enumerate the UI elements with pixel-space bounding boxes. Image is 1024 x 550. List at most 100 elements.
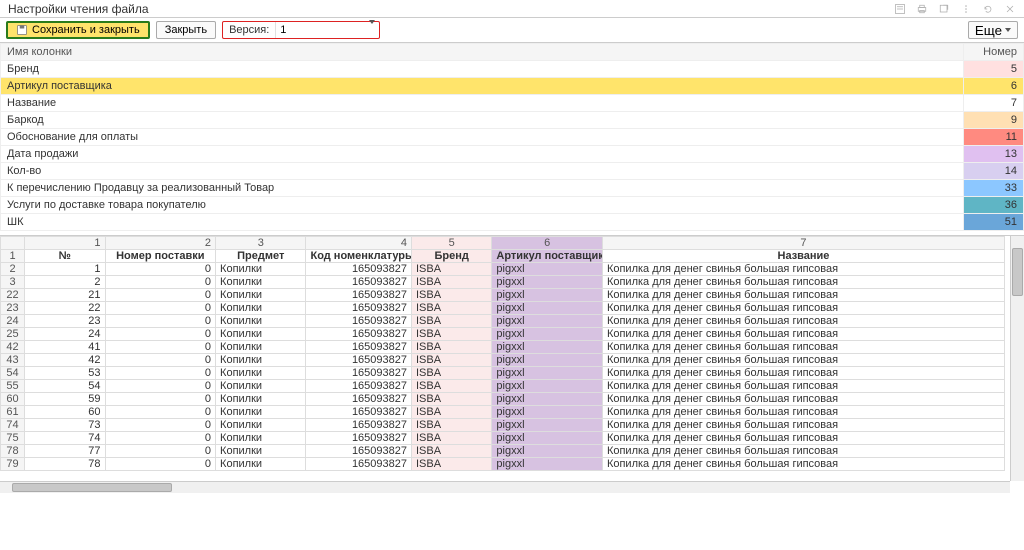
- config-row-number[interactable]: 5: [964, 61, 1024, 78]
- row-index[interactable]: 54: [1, 367, 25, 380]
- scroll-thumb[interactable]: [1012, 248, 1023, 296]
- cell-article[interactable]: pigxxl: [492, 354, 603, 367]
- config-row-number[interactable]: 51: [964, 214, 1024, 231]
- config-row[interactable]: Баркод9: [1, 112, 1024, 129]
- col-index[interactable]: 6: [492, 237, 603, 250]
- row-index[interactable]: 3: [1, 276, 25, 289]
- cell-code[interactable]: 165093827: [306, 367, 412, 380]
- cell-brand[interactable]: ISBA: [412, 380, 492, 393]
- cell-brand[interactable]: ISBA: [412, 315, 492, 328]
- row-index[interactable]: 22: [1, 289, 25, 302]
- cell-brand[interactable]: ISBA: [412, 367, 492, 380]
- col-index[interactable]: 2: [105, 237, 216, 250]
- cell-code[interactable]: 165093827: [306, 458, 412, 471]
- col-name-header[interactable]: Имя колонки: [1, 44, 964, 61]
- cell-code[interactable]: 165093827: [306, 419, 412, 432]
- config-row[interactable]: Бренд5: [1, 61, 1024, 78]
- config-row[interactable]: Название7: [1, 95, 1024, 112]
- cell-article[interactable]: pigxxl: [492, 393, 603, 406]
- cell-post[interactable]: 0: [105, 289, 216, 302]
- table-row[interactable]: 43420Копилки165093827ISBApigxxlКопилка д…: [1, 354, 1005, 367]
- cell-subject[interactable]: Копилки: [216, 263, 306, 276]
- cell-no[interactable]: 42: [25, 354, 105, 367]
- cell-brand[interactable]: ISBA: [412, 393, 492, 406]
- header-name[interactable]: Название: [602, 250, 1004, 263]
- cell-subject[interactable]: Копилки: [216, 328, 306, 341]
- config-row-name[interactable]: Артикул поставщика: [1, 78, 964, 95]
- cell-subject[interactable]: Копилки: [216, 458, 306, 471]
- config-row-name[interactable]: Бренд: [1, 61, 964, 78]
- cell-no[interactable]: 78: [25, 458, 105, 471]
- table-row[interactable]: 60590Копилки165093827ISBApigxxlКопилка д…: [1, 393, 1005, 406]
- cell-subject[interactable]: Копилки: [216, 302, 306, 315]
- cell-article[interactable]: pigxxl: [492, 328, 603, 341]
- cell-brand[interactable]: ISBA: [412, 445, 492, 458]
- config-row-name[interactable]: Название: [1, 95, 964, 112]
- config-row-number[interactable]: 11: [964, 129, 1024, 146]
- cell-article[interactable]: pigxxl: [492, 406, 603, 419]
- report-icon[interactable]: [894, 3, 906, 15]
- cell-post[interactable]: 0: [105, 380, 216, 393]
- row-index[interactable]: 78: [1, 445, 25, 458]
- cell-code[interactable]: 165093827: [306, 380, 412, 393]
- row-index[interactable]: 42: [1, 341, 25, 354]
- config-row-number[interactable]: 9: [964, 112, 1024, 129]
- cell-no[interactable]: 53: [25, 367, 105, 380]
- horizontal-scrollbar[interactable]: [0, 481, 1010, 493]
- cell-post[interactable]: 0: [105, 341, 216, 354]
- cell-subject[interactable]: Копилки: [216, 445, 306, 458]
- row-index[interactable]: 2: [1, 263, 25, 276]
- config-row-number[interactable]: 13: [964, 146, 1024, 163]
- config-row-name[interactable]: Баркод: [1, 112, 964, 129]
- col-index[interactable]: 1: [25, 237, 105, 250]
- cell-subject[interactable]: Копилки: [216, 354, 306, 367]
- cell-name[interactable]: Копилка для денег свинья большая гипсова…: [602, 380, 1004, 393]
- close-button[interactable]: Закрыть: [156, 21, 216, 39]
- cell-subject[interactable]: Копилки: [216, 432, 306, 445]
- cell-brand[interactable]: ISBA: [412, 406, 492, 419]
- row-index[interactable]: 24: [1, 315, 25, 328]
- chevron-down-icon[interactable]: [365, 24, 379, 36]
- cell-brand[interactable]: ISBA: [412, 354, 492, 367]
- cell-post[interactable]: 0: [105, 315, 216, 328]
- open-new-icon[interactable]: [938, 3, 950, 15]
- cell-post[interactable]: 0: [105, 432, 216, 445]
- cell-no[interactable]: 1: [25, 263, 105, 276]
- cell-no[interactable]: 59: [25, 393, 105, 406]
- table-row[interactable]: 55540Копилки165093827ISBApigxxlКопилка д…: [1, 380, 1005, 393]
- cell-name[interactable]: Копилка для денег свинья большая гипсова…: [602, 393, 1004, 406]
- table-row[interactable]: 320Копилки165093827ISBApigxxlКопилка для…: [1, 276, 1005, 289]
- cell-name[interactable]: Копилка для денег свинья большая гипсова…: [602, 302, 1004, 315]
- cell-name[interactable]: Копилка для денег свинья большая гипсова…: [602, 328, 1004, 341]
- table-row[interactable]: 25240Копилки165093827ISBApigxxlКопилка д…: [1, 328, 1005, 341]
- cell-name[interactable]: Копилка для денег свинья большая гипсова…: [602, 445, 1004, 458]
- config-row-name[interactable]: Услуги по доставке товара покупателю: [1, 197, 964, 214]
- cell-name[interactable]: Копилка для денег свинья большая гипсова…: [602, 367, 1004, 380]
- cell-no[interactable]: 73: [25, 419, 105, 432]
- cell-no[interactable]: 21: [25, 289, 105, 302]
- cell-post[interactable]: 0: [105, 445, 216, 458]
- cell-article[interactable]: pigxxl: [492, 315, 603, 328]
- print-icon[interactable]: [916, 3, 928, 15]
- cell-code[interactable]: 165093827: [306, 315, 412, 328]
- version-select[interactable]: [275, 22, 365, 38]
- cell-article[interactable]: pigxxl: [492, 341, 603, 354]
- cell-brand[interactable]: ISBA: [412, 276, 492, 289]
- cell-code[interactable]: 165093827: [306, 276, 412, 289]
- config-row-number[interactable]: 6: [964, 78, 1024, 95]
- cell-article[interactable]: pigxxl: [492, 458, 603, 471]
- cell-name[interactable]: Копилка для денег свинья большая гипсова…: [602, 263, 1004, 276]
- cell-no[interactable]: 22: [25, 302, 105, 315]
- table-row[interactable]: 78770Копилки165093827ISBApigxxlКопилка д…: [1, 445, 1005, 458]
- col-index[interactable]: 5: [412, 237, 492, 250]
- cell-name[interactable]: Копилка для денег свинья большая гипсова…: [602, 406, 1004, 419]
- cell-brand[interactable]: ISBA: [412, 432, 492, 445]
- header-no[interactable]: №: [25, 250, 105, 263]
- save-close-button[interactable]: Сохранить и закрыть: [6, 21, 150, 39]
- cell-no[interactable]: 24: [25, 328, 105, 341]
- config-row[interactable]: Кол-во14: [1, 163, 1024, 180]
- config-row-name[interactable]: К перечислению Продавцу за реализованный…: [1, 180, 964, 197]
- config-row-number[interactable]: 33: [964, 180, 1024, 197]
- config-row[interactable]: Дата продажи13: [1, 146, 1024, 163]
- cell-code[interactable]: 165093827: [306, 289, 412, 302]
